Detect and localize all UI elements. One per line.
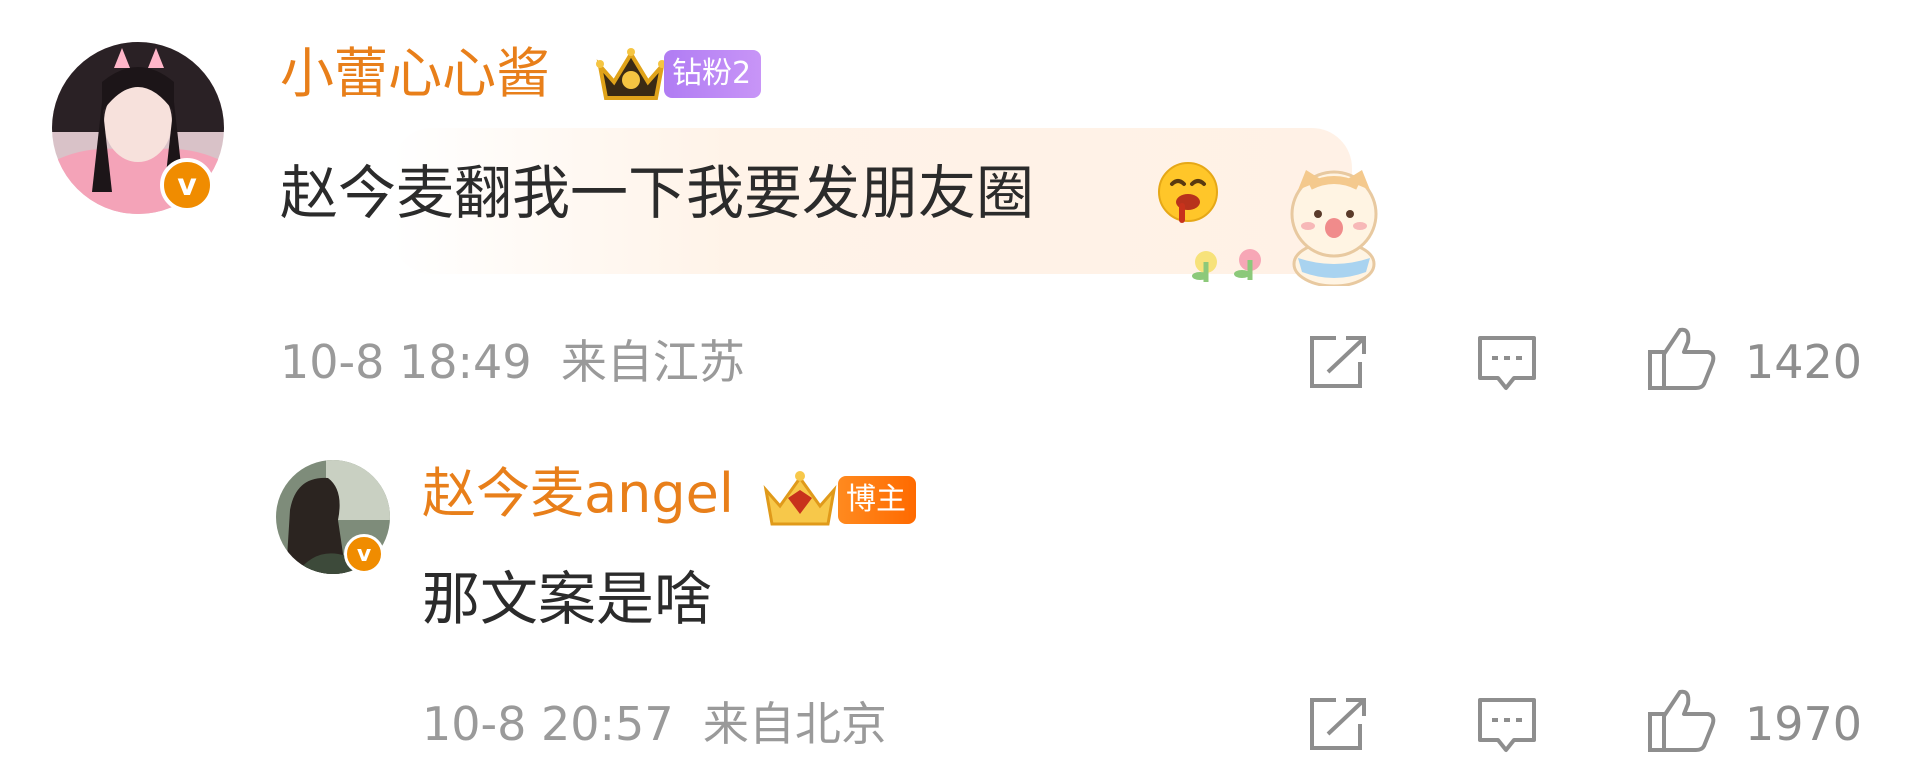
share-icon[interactable] (1306, 696, 1368, 752)
reply-location: 来自北京 (702, 697, 887, 751)
comment-time: 10-8 18:49 (280, 335, 532, 389)
like-count: 1420 (1745, 335, 1863, 389)
fan-level-badge: 钻粉2 (664, 50, 762, 98)
reply-like-count: 1970 (1745, 697, 1863, 751)
blogger-badge: 博主 (838, 476, 916, 524)
verified-badge-icon: v (160, 158, 214, 212)
reply-time: 10-8 20:57 (422, 697, 674, 751)
comment-location: 来自江苏 (560, 335, 745, 389)
comment-meta: 10-8 18:49 来自江苏 (280, 334, 745, 390)
verified-badge-icon: v (344, 534, 384, 574)
comment-username[interactable]: 小蕾心心酱 (280, 42, 550, 106)
reply-text: 那文案是啥 (422, 565, 713, 633)
thumbs-up-icon[interactable] (1646, 324, 1718, 392)
thumbs-up-icon[interactable] (1646, 686, 1718, 754)
reply-meta: 10-8 20:57 来自北京 (422, 696, 887, 752)
cat-sticker-icon (1190, 166, 1390, 286)
comment-icon[interactable] (1476, 334, 1538, 396)
comment-icon[interactable] (1476, 696, 1538, 758)
crown-icon (596, 46, 666, 104)
crown-icon (760, 470, 840, 530)
comment-text: 赵今麦翻我一下我要发朋友圈 (280, 159, 1035, 227)
share-icon[interactable] (1306, 334, 1368, 390)
reply-username[interactable]: 赵今麦angel (422, 462, 734, 526)
